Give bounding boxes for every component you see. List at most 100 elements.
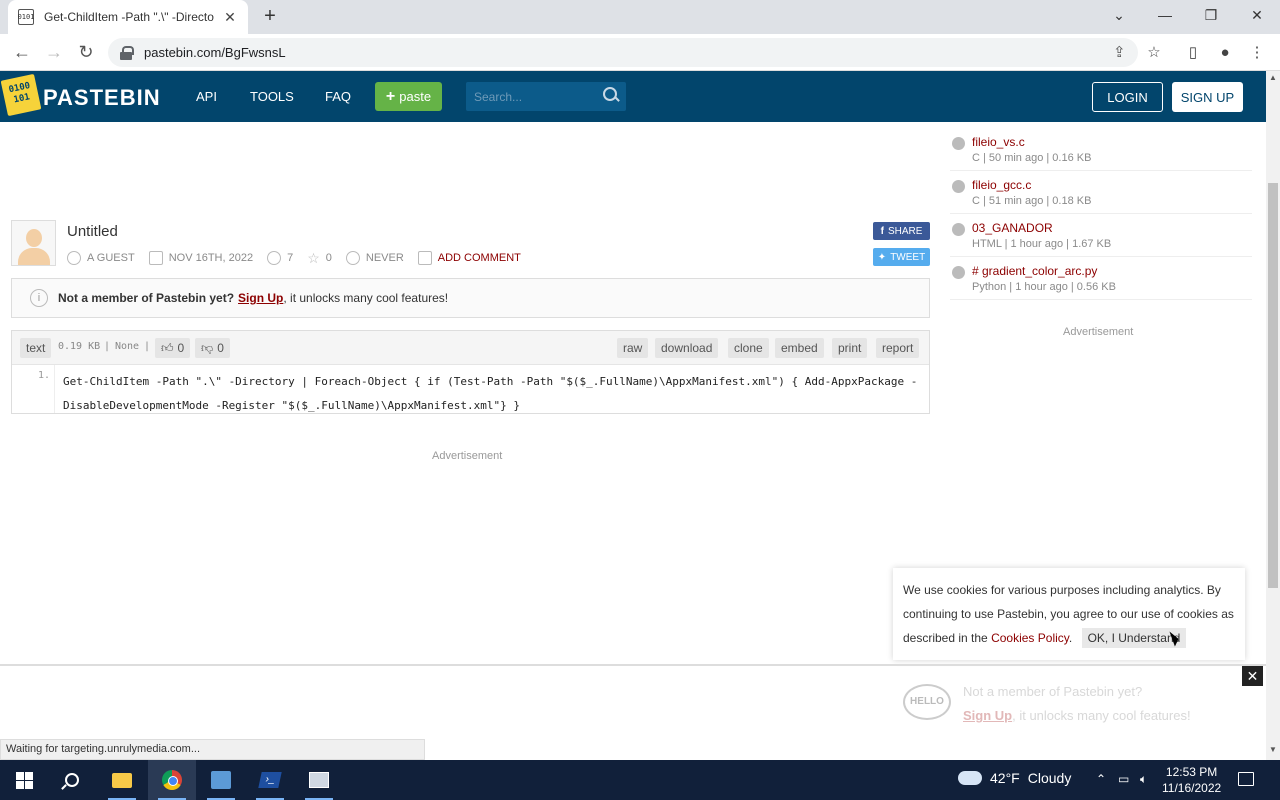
login-button[interactable]: LOGIN: [1092, 82, 1163, 112]
volume-icon[interactable]: 🔈︎: [1140, 772, 1147, 787]
paste-link[interactable]: fileio_gcc.c: [972, 178, 1252, 192]
nav-tools[interactable]: TOOLS: [250, 89, 294, 104]
taskbar-powershell[interactable]: ›_: [246, 760, 294, 800]
side-panel-icon[interactable]: ▯: [1182, 42, 1204, 64]
pastebin-logo-icon[interactable]: 0100 101: [0, 73, 42, 117]
minimize-button[interactable]: —: [1142, 4, 1188, 26]
dislike-button[interactable]: 👎︎ 0: [195, 338, 230, 358]
paste-expiry: NEVER: [365, 252, 404, 264]
scroll-down-arrow-icon[interactable]: ▼: [1266, 743, 1280, 757]
code-body: 1. Get-ChildItem -Path ".\" -Directory |…: [12, 365, 929, 413]
back-button[interactable]: ←: [10, 41, 34, 65]
search-input[interactable]: Search...: [466, 82, 626, 111]
paste-link[interactable]: fileio_vs.c: [972, 135, 1252, 149]
sticky-line1: Not a member of Pastebin yet?: [963, 684, 1143, 699]
browser-tab[interactable]: 0101 Get-ChildItem -Path ".\" -Directo ✕: [8, 0, 248, 34]
paste-code-box: text 0.19 KB | None | 👍︎ 0 👎︎ 0 raw down…: [11, 330, 930, 414]
embed-button[interactable]: embed: [775, 338, 824, 358]
add-comment-link[interactable]: ADD COMMENT: [438, 252, 521, 264]
profile-icon[interactable]: ●: [1214, 42, 1236, 64]
share-page-icon[interactable]: ⇪: [1113, 38, 1126, 67]
clone-button[interactable]: clone: [728, 338, 769, 358]
sticky-line2: Sign Up, it unlocks many cool features!: [963, 708, 1191, 723]
sticky-signup-link[interactable]: Sign Up: [963, 708, 1012, 723]
new-tab-button[interactable]: +: [258, 5, 282, 29]
menu-kebab-icon[interactable]: ⋮: [1246, 42, 1268, 64]
search-icon: [65, 773, 79, 787]
nav-faq[interactable]: FAQ: [325, 89, 351, 104]
hello-bubble-icon: HELLO: [903, 684, 951, 720]
weather-widget[interactable]: 42°F Cloudy: [958, 770, 1071, 786]
download-button[interactable]: download: [655, 338, 719, 358]
syntax-badge[interactable]: text: [20, 338, 52, 358]
new-paste-label: paste: [399, 89, 432, 104]
start-button[interactable]: [0, 760, 48, 800]
forward-button[interactable]: →: [42, 41, 66, 65]
notification-icon[interactable]: [1238, 772, 1254, 786]
scrollbar-thumb[interactable]: [1268, 183, 1278, 588]
tab-search-chevron-icon[interactable]: ⌄: [1096, 4, 1142, 26]
list-item[interactable]: fileio_gcc.c C | 51 min ago | 0.18 KB: [950, 171, 1252, 214]
paste-link[interactable]: 03_GANADOR: [972, 221, 1252, 235]
reload-button[interactable]: ↻: [74, 41, 98, 65]
clock-time: 12:53 PM: [1165, 765, 1218, 779]
page-scrollbar[interactable]: ▲ ▼: [1266, 71, 1280, 760]
url-text: pastebin.com/BgFwsnsL: [144, 45, 286, 60]
twitter-icon: ✦: [877, 251, 887, 263]
raw-button[interactable]: raw: [617, 338, 649, 358]
taskbar-chrome[interactable]: [148, 760, 196, 800]
print-button[interactable]: print: [832, 338, 868, 358]
chevron-up-icon[interactable]: ⌃: [1096, 772, 1106, 786]
taskbar-app[interactable]: [295, 760, 343, 800]
powershell-icon: ›_: [258, 772, 282, 788]
lock-icon[interactable]: [120, 46, 134, 60]
member-notice: i Not a member of Pastebin yet? Sign Up …: [11, 278, 930, 318]
windows-logo-icon: [15, 771, 33, 789]
list-item[interactable]: # gradient_color_arc.py Python | 1 hour …: [950, 257, 1252, 300]
search-icon[interactable]: [602, 86, 620, 104]
windows-taskbar: ›_ 42°F Cloudy ⌃ ▭ 🔈︎ 12:53 PM 11/16/202…: [0, 760, 1280, 800]
paste-link[interactable]: # gradient_color_arc.py: [972, 264, 1252, 278]
browser-status-text: Waiting for targeting.unrulymedia.com...: [0, 739, 425, 760]
cookies-policy-link[interactable]: Cookies Policy: [991, 631, 1069, 645]
close-icon[interactable]: ✕: [1242, 666, 1263, 686]
close-window-button[interactable]: ✕: [1234, 4, 1280, 26]
system-clock[interactable]: 12:53 PM 11/16/2022: [1162, 764, 1221, 796]
report-button[interactable]: report: [876, 338, 920, 358]
scroll-up-arrow-icon[interactable]: ▲: [1266, 71, 1280, 85]
bookmark-star-icon[interactable]: ☆: [1143, 42, 1165, 64]
signup-button[interactable]: SIGN UP: [1172, 82, 1243, 112]
list-item[interactable]: 03_GANADOR HTML | 1 hour ago | 1.67 KB: [950, 214, 1252, 257]
taskbar-search-button[interactable]: [48, 760, 96, 800]
address-bar[interactable]: pastebin.com/BgFwsnsL ⇪: [108, 38, 1138, 67]
tweet-label: TWEET: [890, 251, 926, 263]
public-pastes-list: fileio_vs.c C | 50 min ago | 0.16 KB fil…: [950, 128, 1252, 300]
like-button[interactable]: 👍︎ 0: [155, 338, 191, 358]
restore-button[interactable]: ❐: [1188, 4, 1234, 26]
notice-signup-link[interactable]: Sign Up: [238, 291, 283, 305]
clock-date: 11/16/2022: [1162, 781, 1222, 795]
taskbar-control-panel[interactable]: [197, 760, 245, 800]
nav-api[interactable]: API: [196, 89, 217, 104]
code-content[interactable]: Get-ChildItem -Path ".\" -Directory | Fo…: [63, 370, 923, 418]
network-icon[interactable]: ▭: [1118, 772, 1129, 786]
facebook-share-button[interactable]: f SHARE: [873, 222, 930, 240]
pastebin-favicon-icon: 0101: [18, 9, 34, 25]
cloud-icon: [958, 771, 982, 785]
new-paste-button[interactable]: + paste: [375, 82, 442, 111]
star-icon[interactable]: ☆: [307, 250, 320, 267]
plus-icon: +: [385, 87, 396, 105]
dislike-count: 0: [217, 341, 224, 355]
taskbar-file-explorer[interactable]: [98, 760, 146, 800]
paste-size: 0.19 KB: [58, 341, 101, 352]
globe-icon: [952, 137, 965, 150]
globe-icon: [952, 180, 965, 193]
globe-icon: [952, 223, 965, 236]
list-item[interactable]: fileio_vs.c C | 50 min ago | 0.16 KB: [950, 128, 1252, 171]
close-tab-icon[interactable]: ✕: [222, 9, 238, 26]
tweet-button[interactable]: ✦ TWEET: [873, 248, 930, 266]
paste-meta: Python | 1 hour ago | 0.56 KB: [972, 281, 1116, 293]
search-placeholder: Search...: [474, 90, 523, 104]
control-panel-icon: [211, 771, 231, 789]
site-logo-text[interactable]: PASTEBIN: [43, 85, 161, 111]
